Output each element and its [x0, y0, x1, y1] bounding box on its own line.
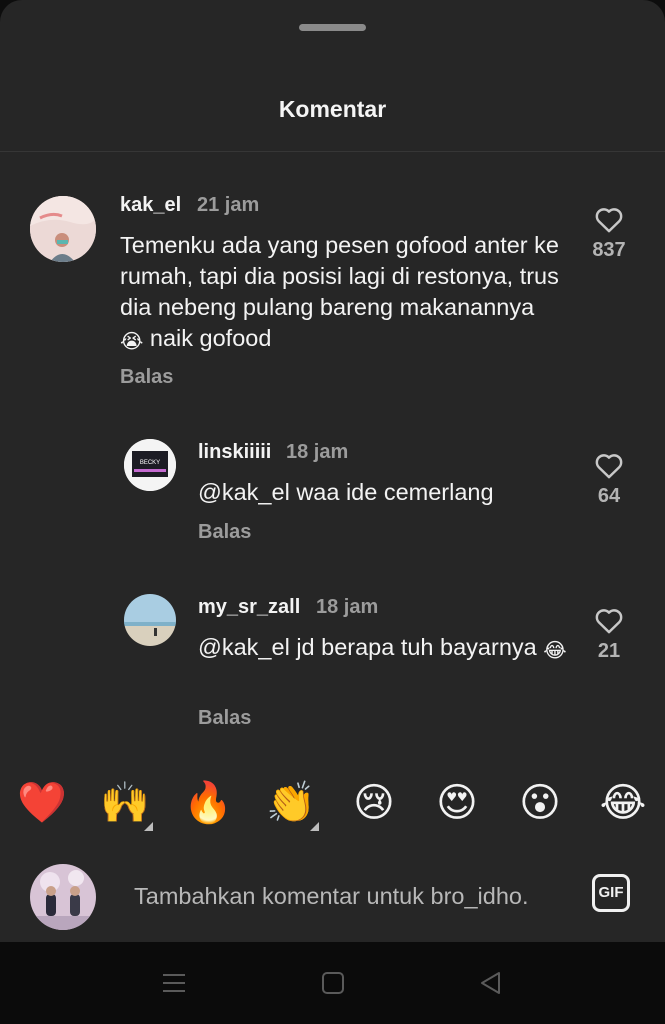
like-count: 21: [597, 640, 621, 662]
reaction-tears-of-joy[interactable]: 😂: [597, 775, 649, 831]
variants-indicator: [310, 822, 319, 831]
current-user-avatar: [30, 864, 96, 930]
tears-of-joy-emoji: 😂: [543, 640, 567, 662]
square-icon: [322, 972, 344, 994]
reply-button[interactable]: Balas: [198, 707, 251, 730]
reaction-emoji: 😍: [436, 781, 478, 825]
reaction-emoji: 👏: [266, 781, 316, 825]
gif-icon: GIF: [598, 884, 624, 901]
reaction-heart-eyes[interactable]: 😍: [431, 775, 483, 831]
reaction-emoji: ❤️: [17, 781, 67, 825]
reaction-emoji: 😮: [519, 781, 561, 825]
comment-time: 18 jam: [316, 596, 379, 618]
comment-my-sr-zall: my_sr_zall 18 jam @kak_el jd berapa tuh …: [0, 0, 665, 740]
comment-text-body: @kak_el jd berapa tuh bayarnya: [198, 634, 537, 660]
comment-text: @kak_el jd berapa tuh bayarnya 😂: [198, 632, 568, 667]
variants-indicator: [144, 822, 153, 831]
reaction-crying-face[interactable]: 😢: [348, 775, 400, 831]
reaction-emoji: 😢: [353, 781, 395, 825]
avatar[interactable]: [124, 594, 176, 646]
reaction-surprised-face[interactable]: 😮: [514, 775, 566, 831]
home-button[interactable]: [318, 968, 348, 998]
reaction-emoji: 🔥: [183, 781, 233, 825]
comment-input[interactable]: [120, 868, 589, 924]
quick-reactions-bar: ❤️ 🙌 🔥 👏 😢 😍 😮 😂: [0, 775, 665, 831]
reaction-clapping-hands[interactable]: 👏: [265, 775, 319, 831]
back-triangle-icon: [481, 972, 500, 994]
menu-lines-icon: [163, 974, 185, 992]
reaction-emoji: 🙌: [100, 781, 150, 825]
reaction-fire[interactable]: 🔥: [182, 775, 234, 831]
comment-username[interactable]: my_sr_zall: [198, 596, 300, 619]
heart-outline-icon: [595, 609, 623, 634]
like-button[interactable]: 21: [589, 607, 629, 663]
reaction-red-heart[interactable]: ❤️: [16, 775, 68, 831]
system-navigation-bar: [0, 942, 665, 1024]
gif-button[interactable]: GIF: [592, 874, 630, 912]
reaction-raising-hands[interactable]: 🙌: [99, 775, 153, 831]
comments-sheet: Komentar kak_el 21 jam Temenku ada yang …: [0, 0, 665, 942]
recent-apps-button[interactable]: [159, 968, 189, 998]
reaction-emoji: 😂: [599, 781, 647, 825]
back-button[interactable]: [476, 968, 506, 998]
